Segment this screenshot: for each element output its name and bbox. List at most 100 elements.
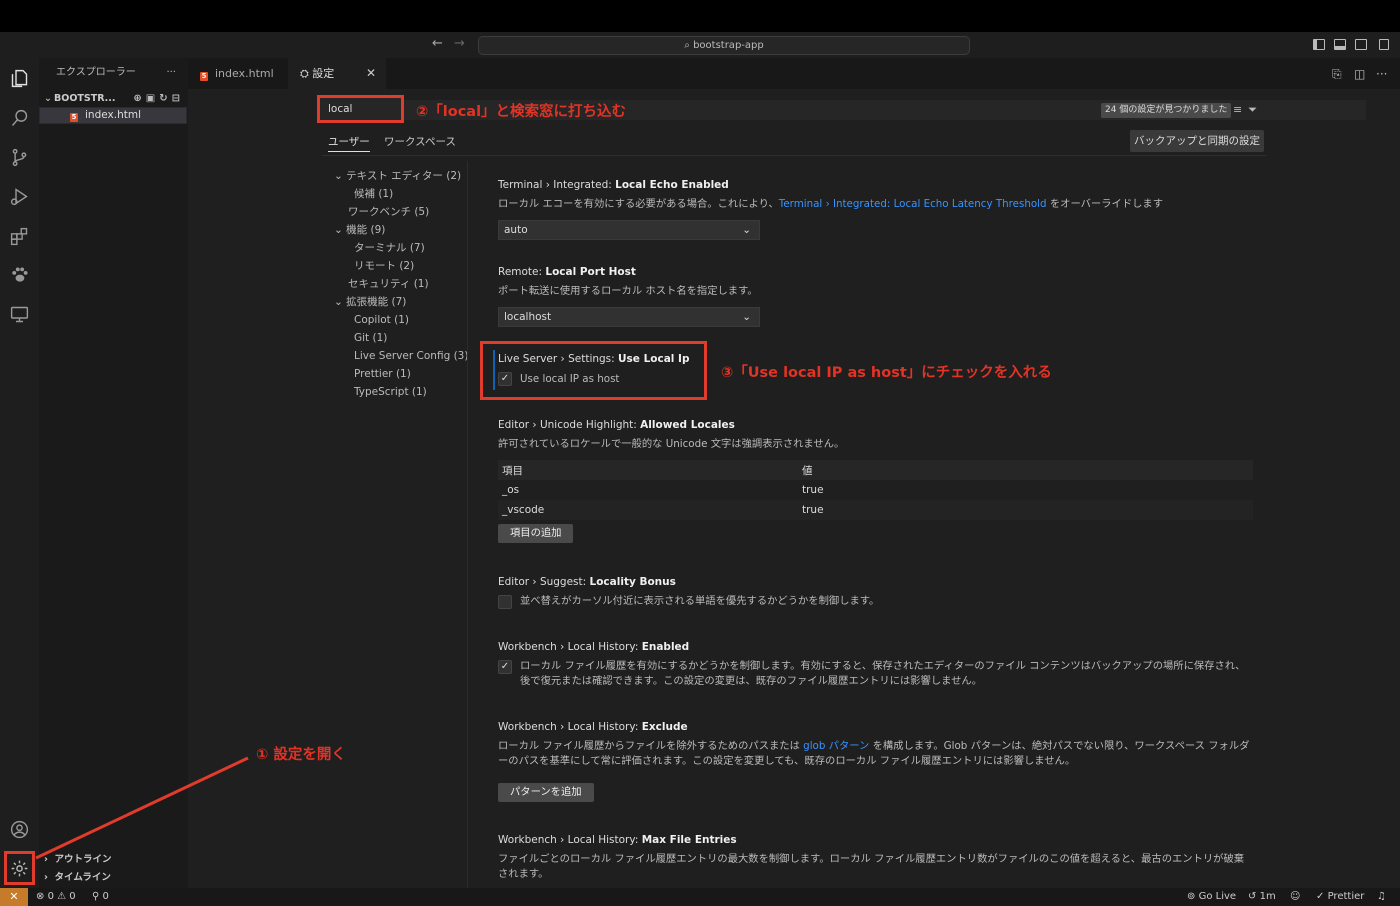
tab-user[interactable]: ユーザー	[328, 133, 370, 152]
toc-item-workbench[interactable]: ワークベンチ (5)	[348, 204, 429, 220]
add-pattern-button[interactable]: パターンを追加	[498, 783, 594, 802]
toc-item-terminal[interactable]: ターミナル (7)	[354, 240, 425, 256]
toggle-secondary-sidebar-icon[interactable]	[1355, 39, 1367, 50]
customize-layout-icon[interactable]	[1379, 39, 1389, 50]
timeline-section[interactable]: › タイムライン	[39, 869, 188, 887]
toc-divider	[467, 161, 468, 888]
tab-index-html[interactable]: 5 index.html	[188, 58, 288, 89]
remote-explorer-icon[interactable]	[9, 304, 30, 325]
setting-title: Editor › Unicode Highlight: Allowed Loca…	[498, 419, 735, 431]
toc-item-text-editor[interactable]: ⌄ テキスト エディター (2)	[334, 168, 461, 184]
local-port-host-dropdown[interactable]: localhost ⌄	[498, 307, 760, 327]
chevron-right-icon: ›	[44, 854, 48, 865]
extensions-icon[interactable]	[9, 226, 30, 247]
setting-name: Exclude	[641, 721, 688, 733]
folder-name: BOOTSTR...	[54, 93, 116, 104]
add-item-button[interactable]: 項目の追加	[498, 524, 574, 543]
toc-item-prettier[interactable]: Prettier (1)	[354, 366, 411, 382]
folder-row[interactable]: ⌄ BOOTSTR... ⊕▣↻⊟	[39, 90, 188, 107]
toggle-primary-sidebar-icon[interactable]	[1313, 39, 1325, 50]
back-arrow-icon[interactable]: ←	[432, 37, 443, 51]
tab-settings[interactable]: ⛭ 設定 ✕	[288, 58, 386, 89]
copilot-icon[interactable]: ☺	[1290, 888, 1300, 906]
chevron-down-icon: ⌄	[334, 296, 347, 308]
close-icon[interactable]: ✕	[366, 58, 376, 89]
annotation-step-3: ③「Use local IP as host」にチェックを入れる	[721, 365, 1052, 381]
table-row[interactable]: _vscode true	[498, 500, 1253, 520]
toc-item-live-server[interactable]: Live Server Config (3)	[354, 348, 468, 364]
toggle-panel-icon[interactable]	[1334, 39, 1346, 50]
check-icon: ✓	[1316, 891, 1325, 902]
desc-text: ローカル エコーを有効にする必要がある場合。これにより、	[498, 198, 779, 210]
row-value: true	[802, 484, 824, 496]
folder-actions[interactable]: ⊕▣↻⊟	[133, 90, 184, 107]
prettier-indicator[interactable]: ✓ Prettier	[1316, 888, 1364, 906]
account-icon[interactable]	[9, 819, 30, 840]
sidebar-title: エクスプローラー	[56, 67, 136, 78]
toc-item-typescript[interactable]: TypeScript (1)	[354, 384, 427, 400]
toc-label: 機能 (9)	[346, 224, 386, 236]
setting-name: Local Port Host	[545, 266, 636, 278]
filter-icon[interactable]: ⏷	[1248, 103, 1263, 116]
settings-search-input[interactable]: local	[317, 95, 404, 123]
more-actions-icon[interactable]: ···	[1376, 67, 1387, 81]
remote-indicator-icon[interactable]: ✕	[0, 888, 28, 906]
radio-tower-icon: ⚲	[92, 891, 100, 902]
more-actions-icon[interactable]: ···	[166, 58, 176, 88]
setting-description: ローカル エコーを有効にする必要がある場合。これにより、Terminal › I…	[498, 197, 1258, 212]
toc-label: 拡張機能 (7)	[346, 296, 407, 308]
annotation-step-2: ②「local」と検索窓に打ち込む	[416, 104, 627, 120]
toc-item-copilot[interactable]: Copilot (1)	[354, 312, 409, 328]
file-item[interactable]: 5 index.html	[39, 107, 187, 124]
time-indicator[interactable]: ↺ 1m	[1248, 888, 1276, 906]
clear-filter-icon[interactable]: ≡	[1233, 103, 1248, 116]
workspace-name: bootstrap-app	[693, 40, 764, 51]
settings-tab-icon: ⛭	[300, 67, 313, 80]
filter-icons[interactable]: ≡⏷	[1233, 103, 1263, 117]
local-history-enabled-checkbox[interactable]: ✓	[498, 660, 512, 674]
setting-link[interactable]: glob パターン	[803, 740, 869, 752]
setting-category: Remote:	[498, 266, 546, 278]
outline-section[interactable]: › アウトライン	[39, 851, 188, 869]
toc-item-git[interactable]: Git (1)	[354, 330, 387, 346]
explorer-icon[interactable]	[9, 68, 30, 89]
setting-link[interactable]: Terminal › Integrated: Local Echo Latenc…	[779, 198, 1047, 210]
forward-arrow-icon[interactable]: →	[454, 37, 465, 51]
tab-workspace[interactable]: ワークスペース	[384, 133, 456, 151]
search-icon[interactable]	[9, 108, 30, 129]
chevron-down-icon: ⌄	[334, 170, 347, 182]
setting-name: Max File Entries	[641, 834, 737, 846]
toc-item-extensions[interactable]: ⌄ 拡張機能 (7)	[334, 294, 406, 310]
locality-bonus-checkbox[interactable]	[498, 595, 512, 609]
activity-bar	[0, 58, 39, 888]
tab-bar: 5 index.html ⛭ 設定 ✕ ⎘ ◫ ···	[188, 58, 1400, 89]
open-settings-json-icon[interactable]: ⎘	[1332, 67, 1342, 82]
html5-icon: 5	[70, 113, 78, 122]
go-live-button[interactable]: ⊚ Go Live	[1187, 888, 1236, 906]
highlight-box-step-3	[480, 341, 707, 400]
paw-icon[interactable]	[9, 265, 30, 286]
backup-sync-button[interactable]: バックアップと同期の設定	[1130, 130, 1264, 152]
title-bar: ← → ⌕ bootstrap-app	[0, 32, 1400, 58]
prettier-label: Prettier	[1327, 891, 1365, 902]
setting-title: Terminal › Integrated: Local Echo Enable…	[498, 179, 729, 191]
split-editor-icon[interactable]: ◫	[1354, 67, 1365, 81]
toc-item-security[interactable]: セキュリティ (1)	[348, 276, 429, 292]
command-center-search[interactable]: ⌕ bootstrap-app	[478, 36, 970, 55]
warning-count: 0	[69, 891, 76, 902]
source-control-icon[interactable]	[9, 147, 30, 168]
run-debug-icon[interactable]	[9, 186, 30, 207]
ports-count: 0	[102, 891, 109, 902]
notifications-bell-icon[interactable]: ♫	[1377, 888, 1386, 906]
table-row[interactable]: _os true	[498, 480, 1253, 500]
toc-item-suggest[interactable]: 候補 (1)	[354, 186, 393, 202]
html5-icon: 5	[200, 72, 208, 81]
local-echo-dropdown[interactable]: auto ⌄	[498, 220, 760, 240]
problems-indicator[interactable]: ⊗ 0 ⚠ 0	[36, 888, 76, 906]
file-name: index.html	[85, 109, 141, 121]
toc-item-features[interactable]: ⌄ 機能 (9)	[334, 222, 385, 238]
ports-indicator[interactable]: ⚲ 0	[92, 888, 109, 906]
column-header-value: 値	[802, 465, 813, 477]
setting-name: Local Echo Enabled	[615, 179, 729, 191]
toc-item-remote[interactable]: リモート (2)	[354, 258, 414, 274]
